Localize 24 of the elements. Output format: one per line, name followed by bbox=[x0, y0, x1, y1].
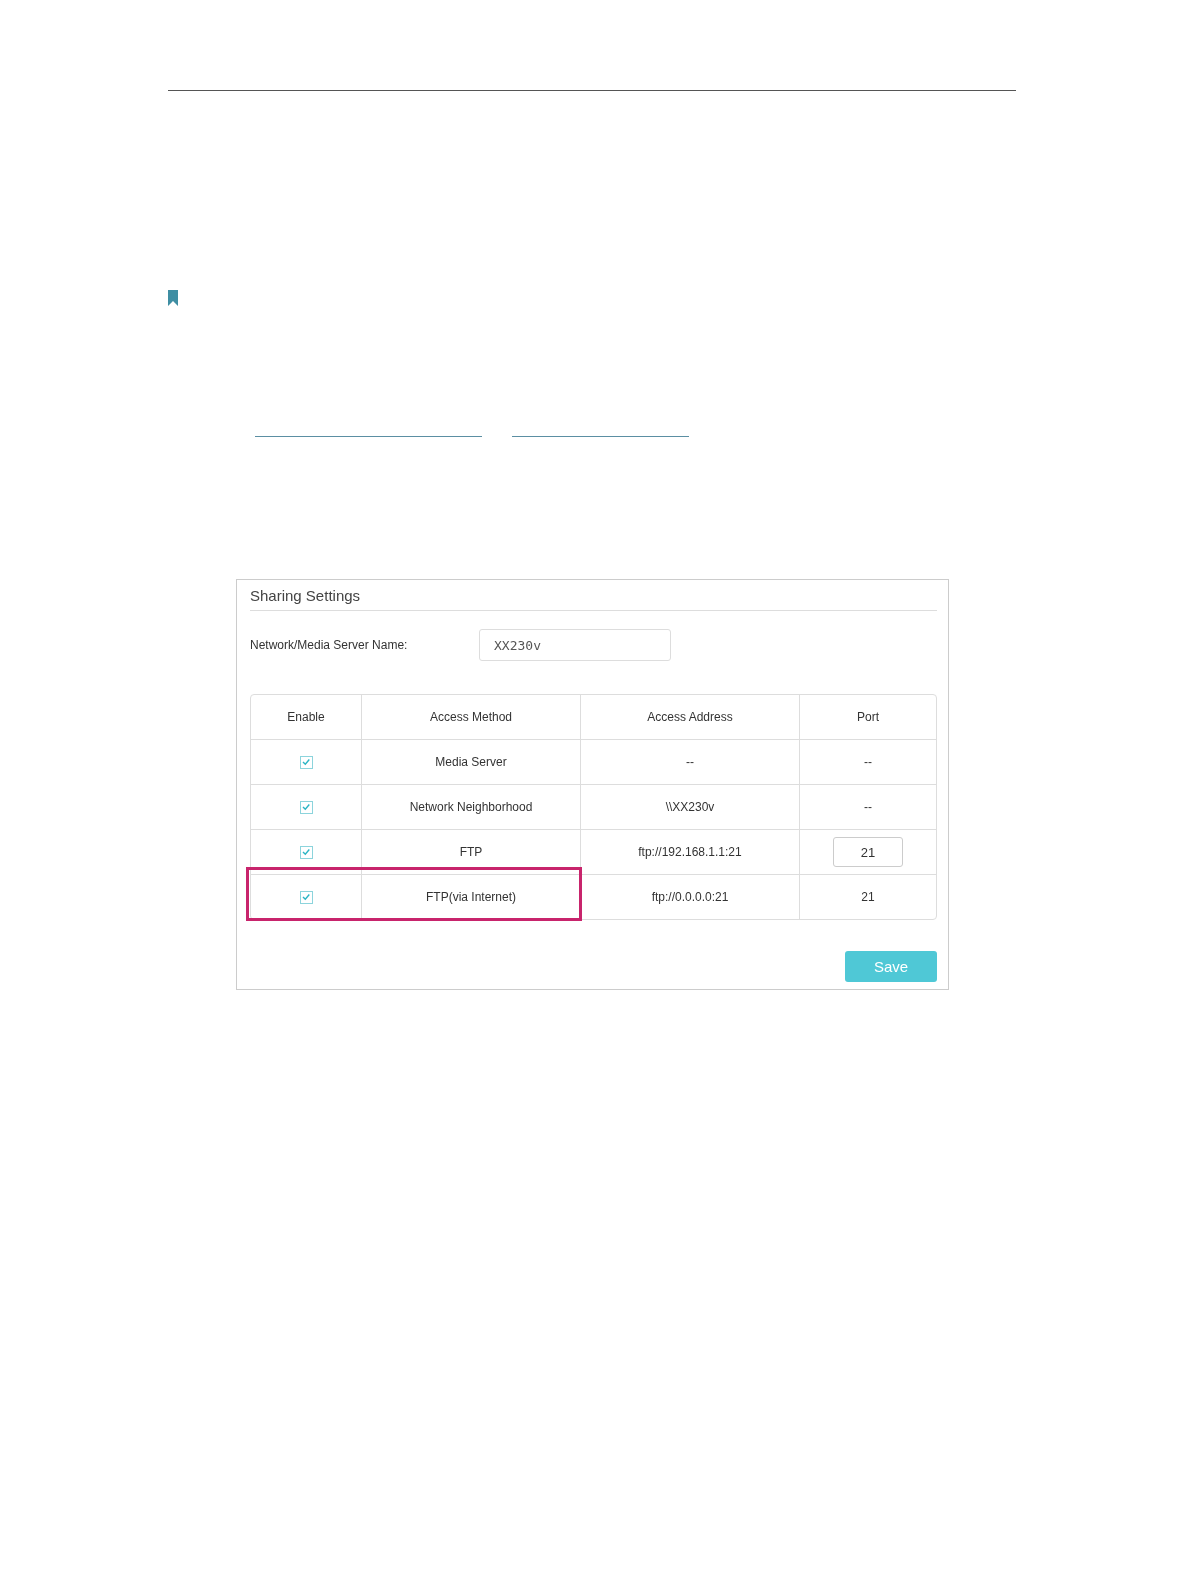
checkbox[interactable] bbox=[299, 755, 313, 769]
checkbox[interactable] bbox=[299, 890, 313, 904]
table-cell: -- bbox=[864, 755, 872, 769]
table-cell: Network Neighborhood bbox=[409, 800, 533, 814]
table-cell: -- bbox=[864, 800, 872, 814]
table-cell: ftp://0.0.0.0:21 bbox=[651, 890, 729, 904]
table-cell: ftp://192.168.1.1:21 bbox=[638, 845, 742, 859]
column-header: Access Method bbox=[361, 695, 580, 739]
column-header: Access Address bbox=[580, 695, 799, 739]
table-cell: -- bbox=[686, 755, 694, 769]
table-cell: Media Server bbox=[435, 755, 507, 769]
column-header: Port bbox=[799, 695, 936, 739]
column-header: Enable bbox=[286, 709, 326, 726]
server-name-field[interactable]: XX230v bbox=[479, 629, 671, 661]
table-cell: FTP bbox=[459, 845, 483, 859]
table-cell: 21 bbox=[861, 890, 875, 904]
port-field[interactable]: 21 bbox=[833, 837, 903, 867]
bookmark-icon bbox=[168, 290, 178, 306]
field-label: Network/Media Server Name: bbox=[250, 638, 409, 652]
checkbox[interactable] bbox=[299, 800, 313, 814]
panel-title: Sharing Settings bbox=[250, 580, 937, 611]
checkbox[interactable] bbox=[299, 845, 313, 859]
table-cell: FTP(via Internet) bbox=[426, 890, 516, 904]
table-cell: \\XX230v bbox=[665, 800, 715, 814]
